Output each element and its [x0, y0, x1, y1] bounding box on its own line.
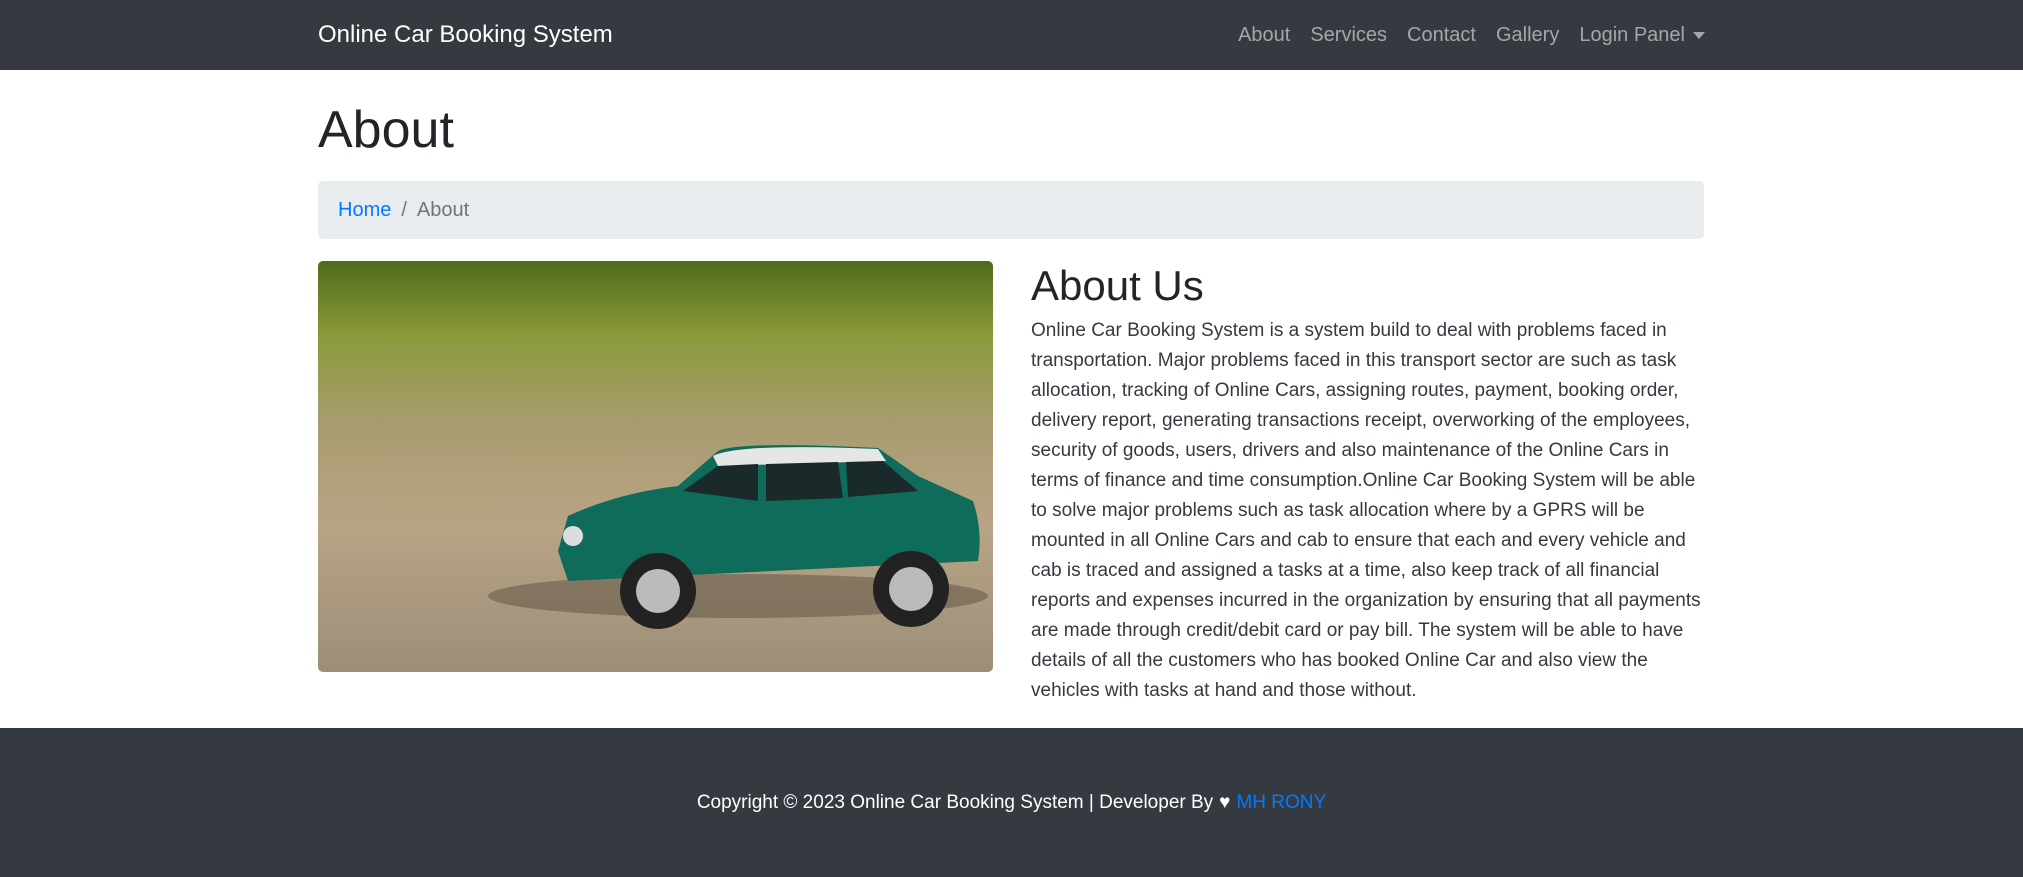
heart-pulse-icon: ♥ — [1219, 791, 1231, 813]
nav-about[interactable]: About — [1238, 24, 1290, 47]
breadcrumb: Home / About — [318, 181, 1704, 239]
about-section: About Us Online Car Booking System is a … — [1031, 262, 1707, 706]
toy-car-image — [318, 261, 993, 672]
nav-login-panel-dropdown[interactable]: Login Panel — [1579, 24, 1705, 47]
copyright-text: Copyright © 2023 Online Car Booking Syst… — [696, 791, 1214, 813]
page-title: About — [318, 101, 454, 159]
nav-contact[interactable]: Contact — [1407, 24, 1476, 47]
breadcrumb-home[interactable]: Home — [338, 199, 391, 222]
breadcrumb-current: About — [416, 198, 470, 221]
nav-services[interactable]: Services — [1310, 24, 1387, 47]
nav-gallery[interactable]: Gallery — [1496, 24, 1559, 47]
author-link[interactable]: MH RONY — [1236, 792, 1326, 814]
navbar: Online Car Booking System About Services… — [0, 0, 2023, 70]
about-heading: About Us — [1031, 262, 1204, 309]
brand-link[interactable]: Online Car Booking System — [318, 21, 613, 49]
login-panel-label: Login Panel — [1579, 23, 1685, 46]
caret-down-icon — [1693, 31, 1705, 39]
breadcrumb-separator: / — [401, 198, 407, 221]
footer: Copyright © 2023 Online Car Booking Syst… — [0, 728, 2023, 877]
about-body: Online Car Booking System is a system bu… — [1031, 320, 1701, 701]
nav-links: About Services Contact Gallery Login Pan… — [1238, 24, 1705, 47]
